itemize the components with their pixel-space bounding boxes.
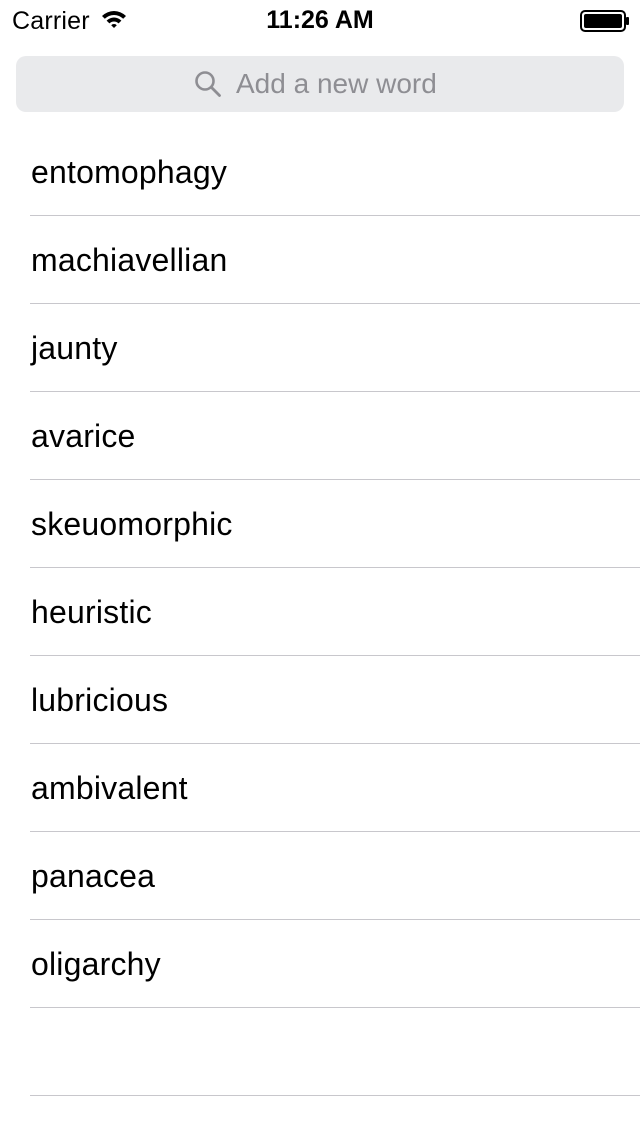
- list-item[interactable]: skeuomorphic: [0, 480, 640, 568]
- search-icon: [195, 71, 221, 97]
- word-label: skeuomorphic: [31, 505, 233, 542]
- word-list: entomophagy machiavellian jaunty avarice…: [0, 128, 640, 1096]
- status-time: 11:26 AM: [266, 6, 374, 34]
- word-label: avarice: [31, 417, 136, 454]
- status-bar: Carrier 11:26 AM: [0, 0, 640, 40]
- word-label: entomophagy: [31, 153, 228, 190]
- word-label: machiavellian: [31, 241, 228, 278]
- list-item[interactable]: jaunty: [0, 304, 640, 392]
- list-item[interactable]: avarice: [0, 392, 640, 480]
- list-item[interactable]: lubricious: [0, 656, 640, 744]
- list-item[interactable]: panacea: [0, 832, 640, 920]
- search-bar[interactable]: [16, 56, 624, 112]
- list-item[interactable]: ambivalent: [0, 744, 640, 832]
- list-item[interactable]: entomophagy: [0, 128, 640, 216]
- list-item[interactable]: heuristic: [0, 568, 640, 656]
- word-label: ambivalent: [31, 769, 188, 806]
- list-item[interactable]: machiavellian: [0, 216, 640, 304]
- word-list-screen: Carrier 11:26 AM entomophagy machiavelli…: [0, 0, 640, 1136]
- word-label: oligarchy: [31, 945, 161, 982]
- word-label: heuristic: [31, 593, 152, 630]
- add-word-input[interactable]: [236, 68, 446, 100]
- word-label: jaunty: [31, 329, 118, 366]
- empty-list-item[interactable]: [0, 1008, 640, 1096]
- list-item[interactable]: oligarchy: [0, 920, 640, 1008]
- battery-icon: [580, 10, 629, 32]
- word-label: lubricious: [31, 681, 169, 718]
- word-label: panacea: [31, 857, 156, 894]
